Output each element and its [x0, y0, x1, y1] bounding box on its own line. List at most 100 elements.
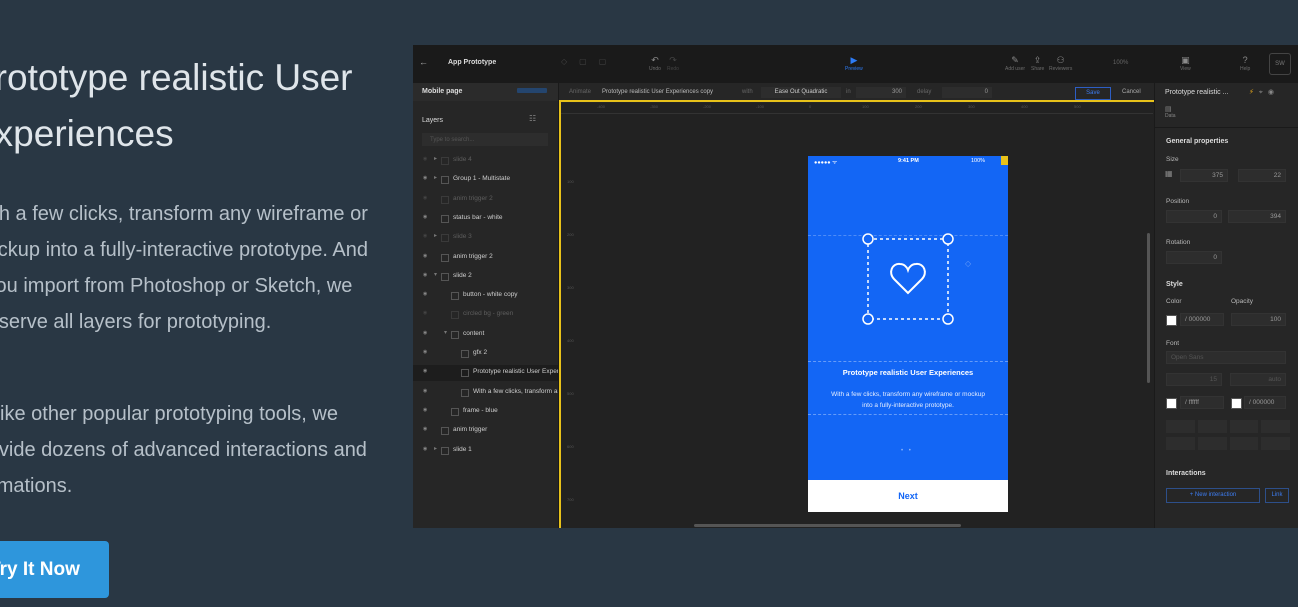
text-color-swatch[interactable]	[1166, 398, 1177, 409]
layers-search-input[interactable]: Type to search...	[422, 133, 548, 146]
opacity-input[interactable]: 100	[1231, 313, 1286, 326]
next-button[interactable]: Next	[808, 480, 1008, 512]
visibility-eye-icon[interactable]: ◉	[423, 175, 427, 181]
horizontal-scrollbar[interactable]	[694, 524, 961, 527]
easing-select[interactable]: Ease Out Quadratic	[761, 87, 841, 98]
visibility-eye-icon[interactable]: ◉	[423, 310, 427, 316]
view-button[interactable]: ▣ View	[1180, 54, 1191, 72]
visibility-eye-icon[interactable]: ◉	[423, 330, 427, 336]
position-y-input[interactable]: 394	[1228, 210, 1286, 223]
expand-arrow-icon[interactable]: ▸	[434, 174, 437, 181]
stroke-color-input[interactable]: / 000000	[1244, 396, 1286, 409]
layers-panel: Mobile page Layers ☷ Type to search... ◉…	[413, 83, 559, 528]
layer-row[interactable]: ◉ frame - blue	[413, 404, 558, 420]
duration-input[interactable]: 300	[856, 87, 906, 98]
color-input[interactable]: / 000000	[1180, 313, 1224, 326]
add-user-button[interactable]: ✎ Add user	[1005, 54, 1025, 72]
undo-icon: ↶	[651, 55, 659, 65]
layer-row[interactable]: ◉ ▾ content	[413, 327, 558, 343]
new-interaction-button[interactable]: + New interaction	[1166, 488, 1260, 503]
layer-row[interactable]: ◉ status bar - white	[413, 211, 558, 227]
phone-artboard[interactable]: ●●●●● ᯤ 9:41 PM 100% ◇ × Prototype reali…	[808, 156, 1008, 512]
layer-type-icon	[451, 292, 459, 301]
reviewers-button[interactable]: ⚇ Reviewers	[1049, 54, 1072, 72]
link-button[interactable]: Link	[1265, 488, 1289, 503]
layer-type-icon	[441, 157, 449, 165]
vertical-scrollbar[interactable]	[1147, 233, 1150, 383]
try-it-now-button[interactable]: Try It Now	[0, 541, 109, 598]
line-height-input[interactable]: auto	[1230, 373, 1286, 386]
phone-body-text: With a few clicks, transform any wirefra…	[831, 391, 985, 409]
help-button[interactable]: ? Help	[1240, 54, 1250, 72]
hero-paragraph-2: Unlike other popular prototyping tools, …	[0, 403, 367, 497]
layer-row[interactable]: ◉ ▸ Group 1 - Multistate	[413, 172, 558, 188]
visibility-eye-icon[interactable]: ◉	[423, 407, 427, 413]
layer-row[interactable]: ◉ Prototype realistic User Experiences	[413, 365, 558, 382]
expand-arrow-icon[interactable]: ▸	[434, 155, 437, 162]
font-size-input[interactable]: 15	[1166, 373, 1222, 386]
undo-button[interactable]: ↶ Undo	[649, 54, 661, 72]
zoom-level[interactable]: 100%	[1113, 60, 1128, 66]
layer-action-icons[interactable]: ⚡⌖◉	[1249, 88, 1279, 97]
text-color-input[interactable]: / ffffff	[1180, 396, 1224, 409]
font-select[interactable]: Open Sans	[1166, 351, 1286, 364]
layer-type-icon	[461, 388, 469, 397]
visibility-eye-icon[interactable]: ◉	[423, 446, 427, 452]
page-options-icon[interactable]	[517, 88, 547, 93]
expand-arrow-icon[interactable]: ▸	[434, 232, 437, 239]
layer-row[interactable]: ◉ ▸ slide 1	[413, 443, 558, 459]
visibility-eye-icon[interactable]: ◉	[423, 253, 427, 259]
layer-row[interactable]: ◉ With a few clicks, transform any wirefr…	[413, 385, 558, 401]
stroke-color-swatch[interactable]	[1231, 398, 1242, 409]
layer-row[interactable]: ◉ button - white copy	[413, 288, 558, 304]
visibility-eye-icon[interactable]: ◉	[423, 291, 427, 297]
height-input[interactable]: 22	[1238, 169, 1286, 182]
visibility-eye-icon[interactable]: ◉	[423, 214, 427, 220]
layer-row[interactable]: ◉ circled bg - green	[413, 307, 558, 323]
layer-row[interactable]: ◉ ▾ slide 2	[413, 269, 558, 285]
visibility-eye-icon[interactable]: ◉	[423, 156, 427, 162]
visibility-eye-icon[interactable]: ◉	[423, 195, 427, 201]
phone-headline: Prototype realistic User Experiences	[842, 368, 974, 377]
data-tab[interactable]: ▤ Data	[1165, 105, 1176, 119]
color-swatch[interactable]	[1166, 315, 1177, 326]
layer-row[interactable]: ◉ ▸ slide 3	[413, 230, 558, 246]
expand-arrow-icon[interactable]: ▾	[434, 271, 437, 278]
layer-type-icon	[441, 195, 449, 204]
layer-name: content	[463, 329, 485, 337]
delay-input[interactable]: 0	[942, 87, 992, 98]
user-avatar[interactable]: SW	[1269, 53, 1291, 75]
visibility-eye-icon[interactable]: ◉	[423, 349, 427, 355]
layer-row[interactable]: ◉ anim trigger 2	[413, 192, 558, 208]
visibility-eye-icon[interactable]: ◉	[423, 233, 427, 239]
back-arrow-icon[interactable]: ←	[419, 57, 428, 67]
text-format-buttons[interactable]	[1166, 420, 1290, 456]
layers-options-icon[interactable]: ☷	[529, 114, 536, 123]
layer-row[interactable]: ◉ anim trigger 2	[413, 250, 558, 266]
rotation-input[interactable]: 0	[1166, 251, 1222, 264]
visibility-eye-icon[interactable]: ◉	[423, 426, 427, 432]
animate-target[interactable]: Prototype realistic User Experiences cop…	[602, 89, 713, 95]
visibility-eye-icon[interactable]: ◉	[423, 272, 427, 278]
layer-row[interactable]: ◉ anim trigger	[413, 423, 558, 439]
redo-button[interactable]: ↷ Redo	[667, 54, 679, 72]
layer-row[interactable]: ◉ gfx 2	[413, 346, 558, 362]
save-button[interactable]: Save	[1075, 87, 1111, 100]
position-x-input[interactable]: 0	[1166, 210, 1222, 223]
layer-name: slide 2	[453, 271, 472, 279]
page-selector[interactable]: Mobile page	[413, 83, 558, 101]
width-input[interactable]: 375	[1180, 169, 1228, 182]
visibility-eye-icon[interactable]: ◉	[423, 368, 427, 374]
selected-layer-name: Prototype realistic ...	[1165, 89, 1229, 96]
expand-arrow-icon[interactable]: ▸	[434, 445, 437, 452]
constrain-icon[interactable]: ▦	[1165, 169, 1173, 178]
preview-button[interactable]: ▶ Preview	[845, 54, 863, 72]
top-toolbar: ← App Prototype ◇▢▢ ↶ Undo ↷ Redo ▶ Preview…	[413, 45, 1298, 84]
expand-arrow-icon[interactable]: ▾	[444, 329, 447, 336]
layer-name: button - white copy	[463, 291, 518, 299]
layer-name: Group 1 - Multistate	[453, 175, 511, 183]
cancel-button[interactable]: Cancel	[1122, 89, 1141, 95]
visibility-eye-icon[interactable]: ◉	[423, 388, 427, 394]
share-button[interactable]: ⇪ Share	[1031, 54, 1044, 72]
layer-row[interactable]: ◉ ▸ slide 4	[413, 153, 558, 169]
